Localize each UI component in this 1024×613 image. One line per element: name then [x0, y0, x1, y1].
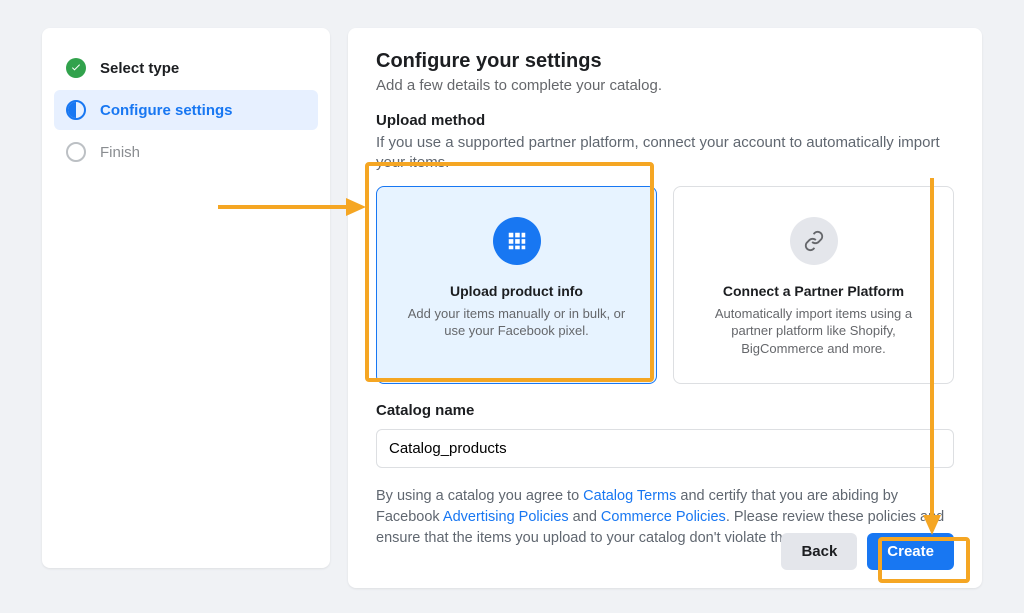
card-connect-partner[interactable]: Connect a Partner Platform Automatically… — [673, 186, 954, 385]
card-desc: Add your items manually or in bulk, or u… — [399, 305, 634, 340]
link-catalog-terms[interactable]: Catalog Terms — [583, 488, 676, 504]
step-label: Configure settings — [100, 102, 233, 119]
step-label: Select type — [100, 60, 179, 77]
empty-circle-icon — [66, 142, 86, 162]
link-icon — [790, 217, 838, 265]
link-advertising-policies[interactable]: Advertising Policies — [443, 509, 569, 525]
step-configure-settings[interactable]: Configure settings — [54, 90, 318, 130]
create-button[interactable]: Create — [867, 533, 954, 570]
half-circle-icon — [66, 100, 86, 120]
footer-buttons: Back Create — [781, 533, 954, 570]
page-title: Configure your settings — [376, 50, 954, 73]
main-panel: Configure your settings Add a few detail… — [348, 28, 982, 588]
grid-icon — [493, 217, 541, 265]
wizard-sidebar: Select type Configure settings Finish — [42, 28, 330, 568]
page-subtitle: Add a few details to complete your catal… — [376, 77, 954, 94]
upload-method-cards: Upload product info Add your items manua… — [376, 186, 954, 385]
catalog-name-input[interactable] — [376, 429, 954, 468]
card-title: Connect a Partner Platform — [696, 283, 931, 299]
card-desc: Automatically import items using a partn… — [696, 305, 931, 358]
upload-method-title: Upload method — [376, 112, 954, 129]
step-finish[interactable]: Finish — [54, 132, 318, 172]
upload-method-desc: If you use a supported partner platform,… — [376, 133, 954, 174]
card-upload-product-info[interactable]: Upload product info Add your items manua… — [376, 186, 657, 385]
back-button[interactable]: Back — [781, 533, 857, 570]
step-label: Finish — [100, 144, 140, 161]
link-commerce-policies[interactable]: Commerce Policies — [601, 509, 726, 525]
catalog-name-label: Catalog name — [376, 402, 954, 419]
step-select-type[interactable]: Select type — [54, 48, 318, 88]
check-icon — [66, 58, 86, 78]
card-title: Upload product info — [399, 283, 634, 299]
